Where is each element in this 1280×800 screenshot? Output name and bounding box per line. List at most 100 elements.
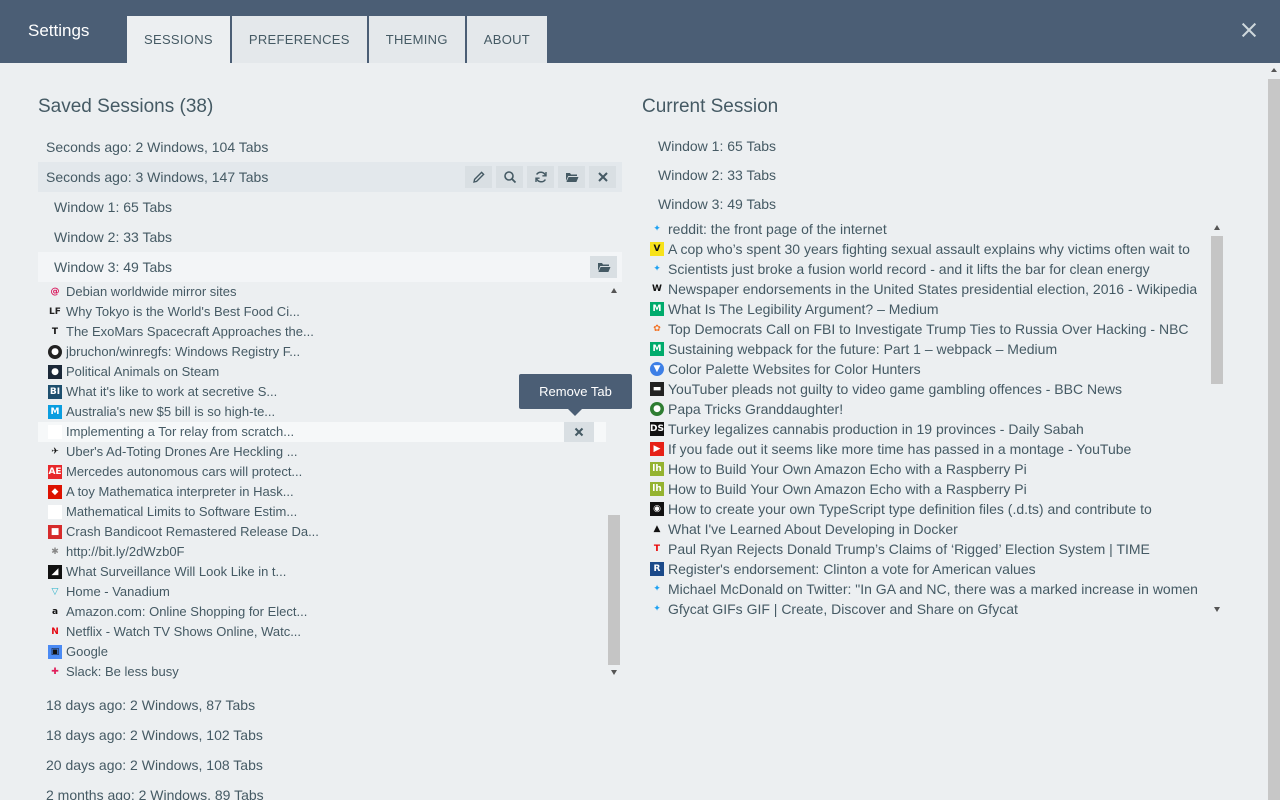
scroll-down-icon[interactable] xyxy=(1214,607,1220,612)
page-scroll-thumb[interactable] xyxy=(1268,79,1280,800)
tab-title: Google xyxy=(66,644,108,659)
current-tab-item[interactable]: ✿ Top Democrats Call on FBI to Investigat… xyxy=(642,319,1224,339)
current-tab-item[interactable]: ✦ Gfycat GIFs GIF | Create, Discover and … xyxy=(642,599,1224,619)
saved-tab-item[interactable]: ✱ http://bit.ly/2dWzb0F xyxy=(38,542,606,562)
lifehacker-icon: lh xyxy=(650,482,664,496)
lifehacker-icon: lh xyxy=(650,462,664,476)
session-row[interactable]: Seconds ago: 2 Windows, 104 Tabs xyxy=(38,132,622,162)
scroll-up-icon[interactable] xyxy=(1214,225,1220,230)
register-icon: R xyxy=(650,562,664,576)
current-tab-item[interactable]: lh How to Build Your Own Amazon Echo with… xyxy=(642,459,1224,479)
backchannel-icon: ◢ xyxy=(48,565,62,579)
current-tab-scrollbar[interactable] xyxy=(1211,222,1224,618)
session-row[interactable]: 18 days ago: 2 Windows, 87 Tabs xyxy=(38,690,622,720)
saved-tab-scrollbar[interactable] xyxy=(608,282,622,682)
current-tab-item[interactable]: DS Turkey legalizes cannabis production i… xyxy=(642,419,1224,439)
session-row[interactable]: 18 days ago: 2 Windows, 102 Tabs xyxy=(38,720,622,750)
remove-tab-button[interactable] xyxy=(564,422,594,442)
tab-preferences[interactable]: PREFERENCES xyxy=(231,16,367,63)
current-tab-item[interactable]: ▲ What I've Learned About Developing in D… xyxy=(642,519,1224,539)
current-tab-item[interactable]: V A cop who’s spent 30 years fighting sex… xyxy=(642,239,1224,259)
page-scrollbar[interactable] xyxy=(1268,63,1280,800)
current-window-row[interactable]: Window 3: 49 Tabs xyxy=(642,190,776,219)
saved-window-row[interactable]: Window 2: 33 Tabs xyxy=(38,222,622,252)
current-tab-item[interactable]: W Newspaper endorsements in the United St… xyxy=(642,279,1224,299)
tab-title: reddit: the front page of the internet xyxy=(668,221,887,237)
current-tab-scroll-thumb[interactable] xyxy=(1211,236,1223,384)
current-tab-item[interactable]: ▬ YouTuber pleads not guilty to video gam… xyxy=(642,379,1224,399)
saved-tab-item[interactable]: a Amazon.com: Online Shopping for Elect..… xyxy=(38,602,606,622)
delete-session-button[interactable] xyxy=(589,166,616,188)
green-dot-icon: ● xyxy=(650,402,664,416)
saved-tab-item[interactable]: ▣ Google xyxy=(38,642,606,662)
current-tab-item[interactable]: M Sustaining webpack for the future: Part… xyxy=(642,339,1224,359)
open-window-button[interactable] xyxy=(590,256,617,278)
search-icon xyxy=(503,171,516,184)
bi-icon: BI xyxy=(48,385,62,399)
tab-theming[interactable]: THEMING xyxy=(368,16,465,63)
tab-title: Color Palette Websites for Color Hunters xyxy=(668,361,921,377)
saved-tab-item[interactable]: @ Debian worldwide mirror sites xyxy=(38,282,606,302)
rename-button[interactable] xyxy=(465,166,492,188)
current-tab-item[interactable]: ✦ reddit: the front page of the internet xyxy=(642,219,1224,239)
tab-title: Amazon.com: Online Shopping for Elect... xyxy=(66,604,308,619)
current-tab-item[interactable]: ✦ Michael McDonald on Twitter: "In GA and… xyxy=(642,579,1224,599)
current-window-row[interactable]: Window 1: 65 Tabs xyxy=(642,132,776,161)
session-row-expanded[interactable]: Seconds ago: 3 Windows, 147 Tabs xyxy=(38,162,622,192)
saved-tab-item[interactable]: Mathematical Limits to Software Estim... xyxy=(38,502,606,522)
current-tab-item[interactable]: ▼ Color Palette Websites for Color Hunter… xyxy=(642,359,1224,379)
session-row[interactable]: 2 months ago: 2 Windows, 89 Tabs xyxy=(38,780,622,800)
saved-tab-item[interactable]: AE Mercedes autonomous cars will protect.… xyxy=(38,462,606,482)
tab-title: Uber's Ad-Toting Drones Are Heckling ... xyxy=(66,444,298,459)
saved-tab-item[interactable]: ✈ Uber's Ad-Toting Drones Are Heckling ..… xyxy=(38,442,606,462)
settings-tabs: SESSIONS PREFERENCES THEMING ABOUT xyxy=(127,16,549,63)
close-icon xyxy=(574,427,584,437)
current-tab-item[interactable]: R Register's endorsement: Clinton a vote … xyxy=(642,559,1224,579)
close-icon xyxy=(597,172,608,182)
current-tab-item[interactable]: ▶ If you fade out it seems like more time… xyxy=(642,439,1224,459)
open-button[interactable] xyxy=(558,166,585,188)
saved-tab-item[interactable]: N Netflix - Watch TV Shows Online, Watc..… xyxy=(38,622,606,642)
saved-window-row-expanded[interactable]: Window 3: 49 Tabs xyxy=(38,252,622,282)
saved-tab-item[interactable]: ■ Crash Bandicoot Remastered Release Da..… xyxy=(38,522,606,542)
current-window-row[interactable]: Window 2: 33 Tabs xyxy=(642,161,776,190)
tab-sessions[interactable]: SESSIONS xyxy=(127,16,230,63)
scroll-up-icon[interactable] xyxy=(1271,68,1277,72)
current-tab-item[interactable]: ● Papa Tricks Granddaughter! xyxy=(642,399,1224,419)
saved-tab-item[interactable]: ✚ Slack: Be less busy xyxy=(38,662,606,682)
twitter-icon: ✦ xyxy=(653,264,661,274)
saved-tab-item[interactable]: ◢ What Surveillance Will Look Like in t..… xyxy=(38,562,606,582)
scroll-up-icon[interactable] xyxy=(611,288,617,293)
current-tab-item[interactable]: M What Is The Legibility Argument? – Medi… xyxy=(642,299,1224,319)
blank-icon xyxy=(48,425,62,439)
saved-tab-item[interactable]: ● jbruchon/winregfs: Windows Registry F..… xyxy=(38,342,606,362)
saved-window-row[interactable]: Window 1: 65 Tabs xyxy=(38,192,622,222)
current-tab-item[interactable]: ◉ How to create your own TypeScript type … xyxy=(642,499,1224,519)
tab-about[interactable]: ABOUT xyxy=(466,16,548,63)
twitter-icon: ✦ xyxy=(653,224,661,234)
saved-tab-item[interactable]: ◆ A toy Mathematica interpreter in Hask..… xyxy=(38,482,606,502)
replace-button[interactable] xyxy=(527,166,554,188)
mathematica-icon: ◆ xyxy=(48,485,62,499)
session-actions xyxy=(465,166,616,188)
saved-tab-scroll-thumb[interactable] xyxy=(608,515,620,665)
tab-title: Sustaining webpack for the future: Part … xyxy=(668,341,1058,357)
current-tab-item[interactable]: ✦ Scientists just broke a fusion world re… xyxy=(642,259,1224,279)
saved-tab-item[interactable]: LF Why Tokyo is the World's Best Food Ci.… xyxy=(38,302,606,322)
saved-tab-item[interactable]: T The ExoMars Spacecraft Approaches the..… xyxy=(38,322,606,342)
session-row[interactable]: 20 days ago: 2 Windows, 108 Tabs xyxy=(38,750,622,780)
blank-icon xyxy=(48,505,62,519)
saved-tab-list[interactable]: @ Debian worldwide mirror sites LF Why Toky… xyxy=(38,282,622,682)
current-tab-item[interactable]: lh How to Build Your Own Amazon Echo with… xyxy=(642,479,1224,499)
search-button[interactable] xyxy=(496,166,523,188)
current-tab-list[interactable]: ✦ reddit: the front page of the internet V… xyxy=(642,219,1224,619)
saved-tab-items: @ Debian worldwide mirror sites LF Why Toky… xyxy=(38,282,606,682)
current-tab-item[interactable]: T Paul Ryan Rejects Donald Trump’s Claims… xyxy=(642,539,1224,559)
saved-tab-item[interactable]: ▽ Home - Vanadium xyxy=(38,582,606,602)
scroll-down-icon[interactable] xyxy=(611,670,617,675)
close-icon[interactable] xyxy=(1236,18,1262,44)
tab-title: Newspaper endorsements in the United Sta… xyxy=(668,281,1198,297)
tab-title: Australia's new $5 bill is so high-te... xyxy=(66,404,276,419)
saved-tab-item[interactable]: Implementing a Tor relay from scratch... xyxy=(38,422,606,442)
youtube-icon: ▶ xyxy=(650,442,664,456)
